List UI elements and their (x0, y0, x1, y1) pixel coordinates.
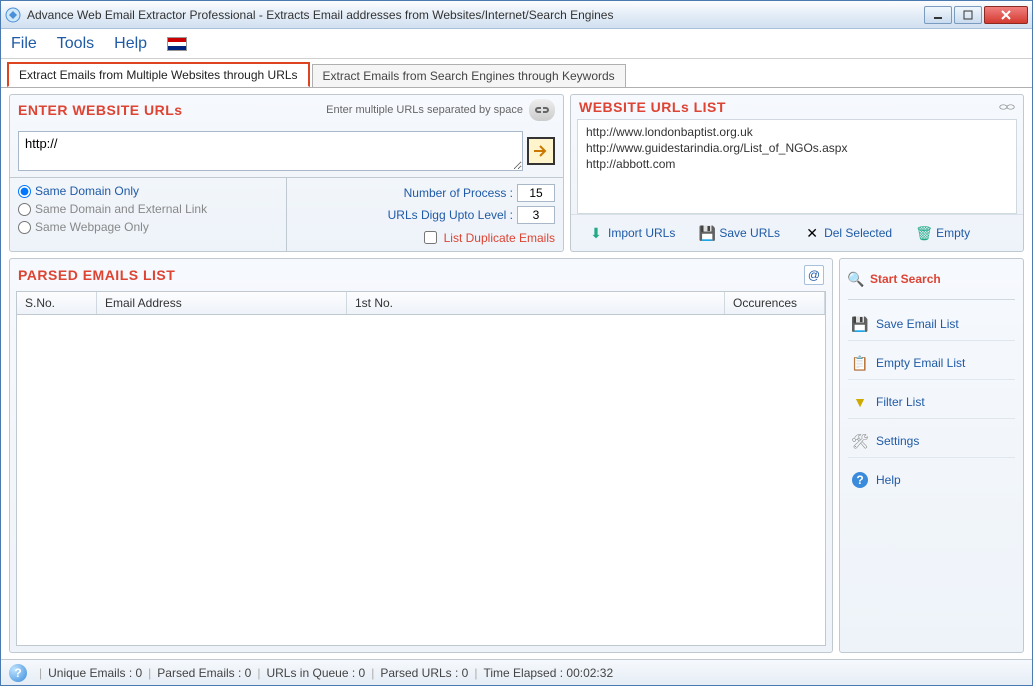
arrow-right-icon (533, 144, 549, 158)
save-email-list-button[interactable]: 💾Save Email List (848, 308, 1015, 341)
empty-list-icon: 📋 (852, 355, 868, 371)
delete-icon: ✕ (804, 225, 820, 241)
col-occ[interactable]: Occurences (725, 292, 825, 314)
import-urls-button[interactable]: ⬇Import URLs (579, 221, 684, 245)
emails-table-body[interactable] (16, 315, 826, 646)
empty-icon: 🗑 (916, 225, 932, 241)
actions-side-panel: 🔍 Start Search 💾Save Email List 📋Empty E… (839, 258, 1024, 653)
radio-same-domain[interactable]: Same Domain Only (18, 182, 278, 200)
menubar: File Tools Help (1, 29, 1032, 59)
status-parsed-urls: Parsed URLs : 0 (380, 666, 468, 680)
titlebar: Advance Web Email Extractor Professional… (1, 1, 1032, 29)
digg-level-label: URLs Digg Upto Level : (388, 208, 513, 222)
list-item[interactable]: http://www.guidestarindia.org/List_of_NG… (586, 140, 1008, 156)
empty-email-list-button[interactable]: 📋Empty Email List (848, 347, 1015, 380)
list-duplicate-checkbox[interactable]: List Duplicate Emails (295, 226, 555, 247)
urls-list-title: WEBSITE URLs LIST (579, 99, 726, 115)
enter-urls-panel: ENTER WEBSITE URLs Enter multiple URLs s… (9, 94, 564, 252)
col-email[interactable]: Email Address (97, 292, 347, 314)
status-queue: URLs in Queue : 0 (266, 666, 365, 680)
filter-icon: ▼ (852, 394, 868, 410)
statusbar: ? | Unique Emails : 0| Parsed Emails : 0… (1, 659, 1032, 685)
tab-extract-search[interactable]: Extract Emails from Search Engines throu… (312, 64, 626, 87)
window-title: Advance Web Email Extractor Professional… (27, 8, 924, 22)
minimize-button[interactable] (924, 6, 952, 24)
mid-panels: PARSED EMAILS LIST @ S.No. Email Address… (1, 258, 1032, 659)
menu-tools[interactable]: Tools (57, 35, 94, 53)
tabs: Extract Emails from Multiple Websites th… (1, 59, 1032, 87)
start-search-button[interactable]: 🔍 Start Search (848, 267, 1015, 291)
col-sno[interactable]: S.No. (17, 292, 97, 314)
num-process-input[interactable] (517, 184, 555, 202)
maximize-button[interactable] (954, 6, 982, 24)
settings-icon: 🛠 (852, 433, 868, 449)
window-controls (924, 6, 1028, 24)
radio-same-webpage[interactable]: Same Webpage Only (18, 218, 278, 236)
link-icon[interactable] (529, 99, 555, 121)
menu-file[interactable]: File (11, 35, 37, 53)
tab-extract-urls[interactable]: Extract Emails from Multiple Websites th… (7, 62, 310, 87)
status-help-icon[interactable]: ? (9, 664, 27, 682)
filter-list-button[interactable]: ▼Filter List (848, 386, 1015, 419)
del-selected-button[interactable]: ✕Del Selected (795, 221, 901, 245)
parsed-emails-panel: PARSED EMAILS LIST @ S.No. Email Address… (9, 258, 833, 653)
enter-urls-hint: Enter multiple URLs separated by space (326, 104, 523, 116)
list-item[interactable]: http://abbott.com (586, 156, 1008, 172)
close-button[interactable] (984, 6, 1028, 24)
app-icon (5, 7, 21, 23)
help-icon: ? (852, 472, 868, 488)
save-urls-button[interactable]: 💾Save URLs (690, 221, 789, 245)
list-item[interactable]: http://www.londonbaptist.org.uk (586, 124, 1008, 140)
empty-button[interactable]: 🗑Empty (907, 221, 979, 245)
digg-level-input[interactable] (517, 206, 555, 224)
status-time: Time Elapsed : 00:02:32 (483, 666, 613, 680)
col-first[interactable]: 1st No. (347, 292, 725, 314)
list-chain-icon (999, 99, 1015, 115)
urls-list[interactable]: http://www.londonbaptist.org.uk http://w… (577, 119, 1017, 214)
search-icon: 🔍 (848, 271, 864, 287)
radio-same-domain-ext[interactable]: Same Domain and External Link (18, 200, 278, 218)
status-parsed: Parsed Emails : 0 (157, 666, 251, 680)
emails-table-header: S.No. Email Address 1st No. Occurences (16, 291, 826, 315)
language-flag-icon[interactable] (167, 37, 187, 51)
url-input[interactable]: http:// (18, 131, 523, 171)
top-panels: ENTER WEBSITE URLs Enter multiple URLs s… (1, 87, 1032, 258)
options-row: Same Domain Only Same Domain and Externa… (10, 177, 563, 251)
add-url-button[interactable] (527, 137, 555, 165)
enter-urls-title: ENTER WEBSITE URLs (18, 102, 183, 118)
parsed-emails-title: PARSED EMAILS LIST (18, 267, 175, 283)
settings-button[interactable]: 🛠Settings (848, 425, 1015, 458)
import-icon: ⬇ (588, 225, 604, 241)
save-icon: 💾 (699, 225, 715, 241)
status-unique: Unique Emails : 0 (48, 666, 142, 680)
menu-help[interactable]: Help (114, 35, 147, 53)
app-window: Advance Web Email Extractor Professional… (0, 0, 1033, 686)
urls-list-toolbar: ⬇Import URLs 💾Save URLs ✕Del Selected 🗑E… (571, 214, 1023, 251)
urls-list-panel: WEBSITE URLs LIST http://www.londonbapti… (570, 94, 1024, 252)
help-button[interactable]: ?Help (848, 464, 1015, 496)
save-icon: 💾 (852, 316, 868, 332)
num-process-label: Number of Process : (404, 186, 513, 200)
mail-icon[interactable]: @ (804, 265, 824, 285)
